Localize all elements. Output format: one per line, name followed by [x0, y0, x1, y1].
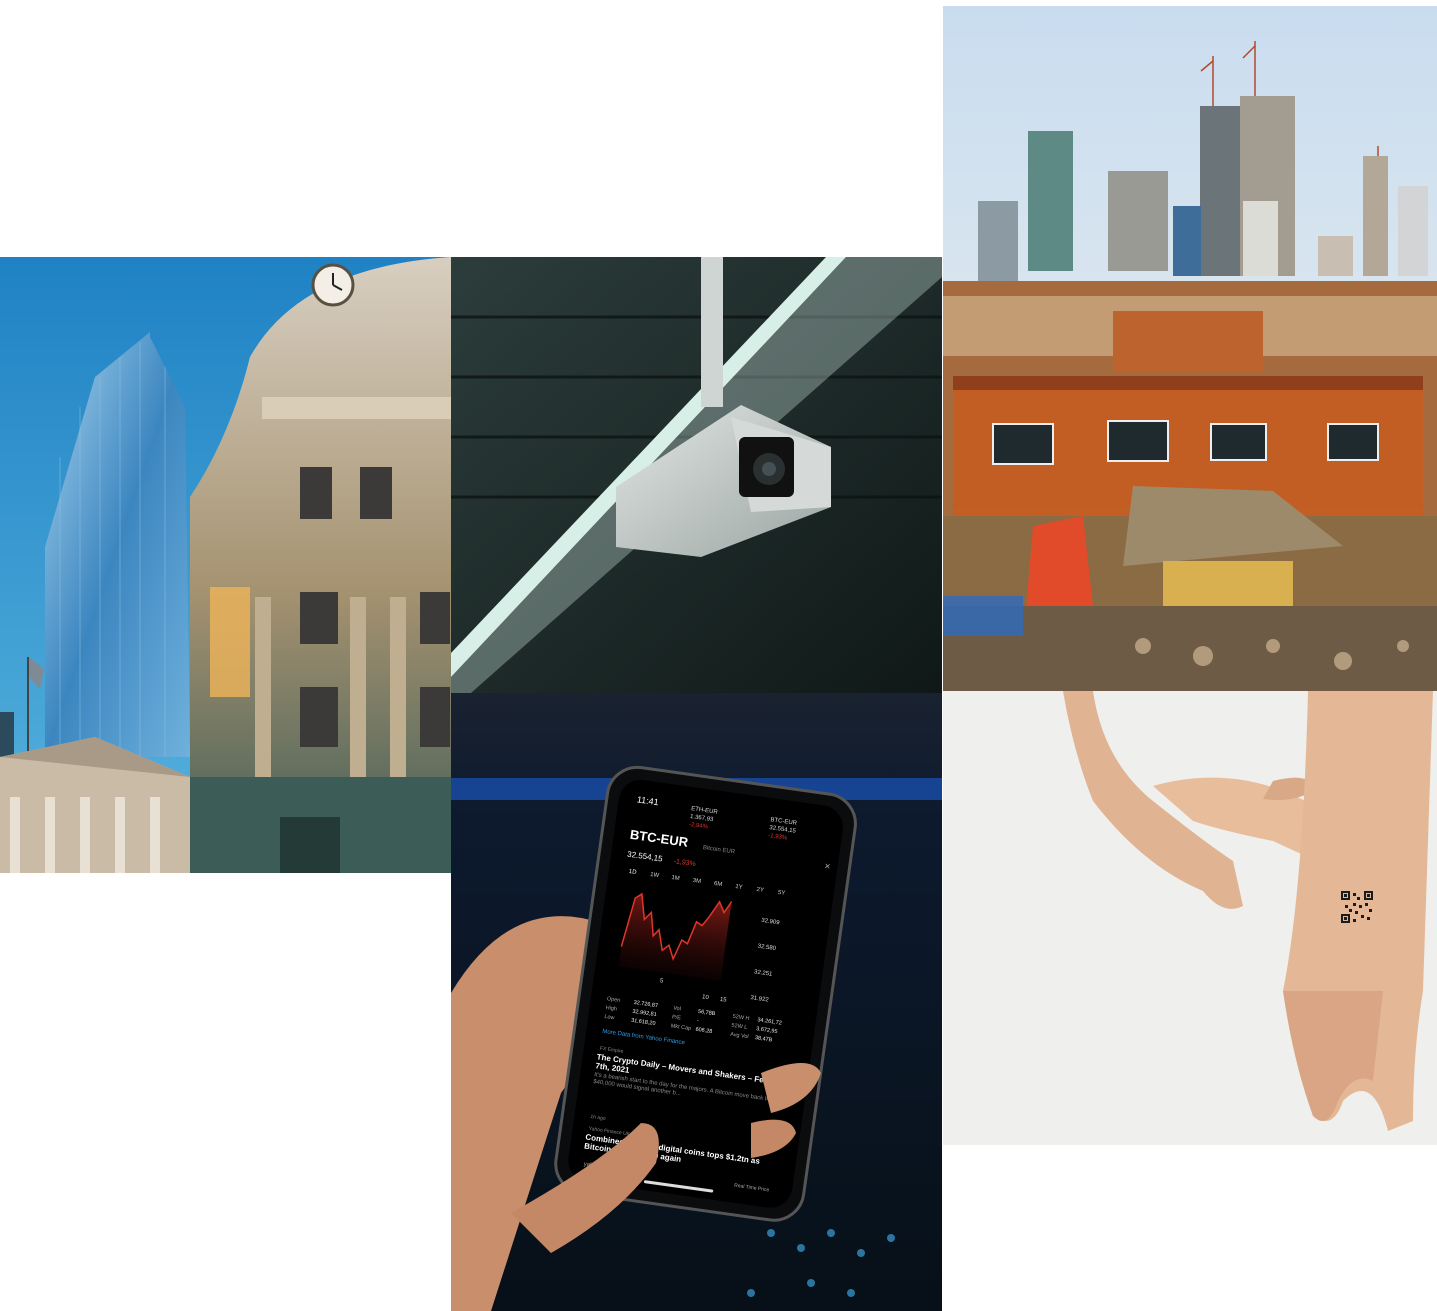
range-option-5y[interactable]: 5Y — [777, 890, 785, 897]
photo-qr-tattoo — [943, 691, 1437, 1145]
photo-crypto-phone: 11:41 ETH-EUR 1.367,93 -2,94% BTC-EUR 32… — [451, 693, 942, 1311]
camera-mount-pole — [701, 257, 723, 407]
range-option-1y[interactable]: 1Y — [735, 884, 743, 891]
range-option-6m[interactable]: 6M — [714, 881, 723, 888]
skyline-illustration — [943, 6, 1437, 691]
phone-illustration: 11:41 ETH-EUR 1.367,93 -2,94% BTC-EUR 32… — [451, 693, 942, 1311]
camera-illustration — [451, 257, 942, 693]
photo-city-buildings — [0, 257, 451, 873]
photo-security-camera — [451, 257, 942, 693]
city-illustration — [0, 257, 451, 873]
range-option-3m[interactable]: 3M — [692, 878, 701, 885]
photo-skyline-slum — [943, 6, 1437, 691]
range-option-1d[interactable]: 1D — [628, 869, 637, 876]
stat-pe-label: P/E — [672, 1014, 682, 1021]
stat-vol-label: Vol — [673, 1005, 681, 1012]
wrist-illustration — [943, 691, 1437, 1145]
range-option-2y[interactable]: 2Y — [756, 887, 764, 894]
range-option-1m[interactable]: 1M — [671, 875, 680, 882]
